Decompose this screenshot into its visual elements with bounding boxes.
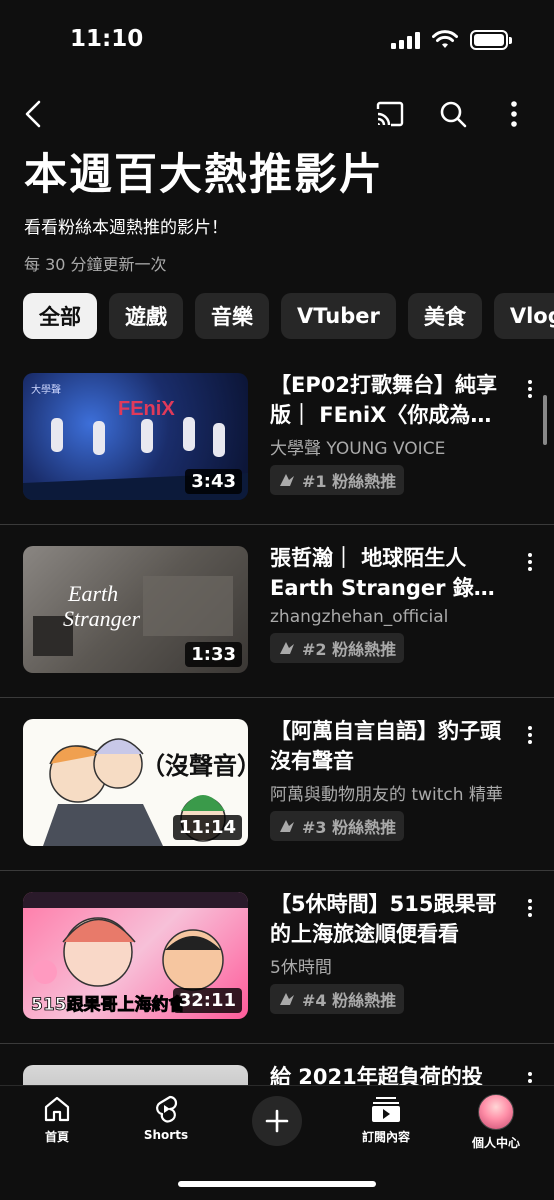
video-item[interactable]: （沒聲音） 11:14 【阿萬自言自語】豹子頭沒有聲音 阿萬與動物朋友的 twi…: [0, 698, 554, 871]
nav-shorts[interactable]: Shorts: [121, 1094, 211, 1142]
search-icon: [440, 101, 467, 128]
rank-badge: #4 粉絲熱推: [270, 984, 405, 1014]
video-title[interactable]: 【5休時間】515跟果哥的上海旅途順便看看: [270, 889, 510, 949]
rank-label: #1 粉絲熱推: [302, 472, 397, 491]
thumbnail-caption: （沒聲音）: [141, 752, 248, 780]
cast-icon: [376, 101, 404, 127]
nav-home[interactable]: 首頁: [12, 1094, 102, 1145]
video-more-button[interactable]: [520, 1066, 540, 1085]
video-more-button[interactable]: [520, 547, 540, 577]
back-button[interactable]: [14, 94, 54, 134]
create-button[interactable]: [252, 1096, 302, 1146]
video-title[interactable]: 張哲瀚｜ 地球陌生人 Earth Stranger 錄音室版: [270, 543, 510, 603]
category-chips: 全部 遊戲 音樂 VTuber 美食 Vlog: [23, 293, 554, 339]
video-duration: 11:14: [172, 815, 242, 840]
back-arrow-icon: [25, 100, 41, 128]
video-channel[interactable]: zhangzhehan_official: [270, 607, 510, 627]
subscriptions-icon: [372, 1097, 400, 1122]
thumbnail-caption: 515跟果哥上海約會: [31, 994, 186, 1015]
video-title[interactable]: 給 2021年超負荷的投: [270, 1062, 510, 1085]
shorts-icon: [156, 1095, 178, 1123]
video-duration: 32:11: [172, 988, 242, 1013]
status-bar: 11:10: [0, 0, 554, 80]
svg-text:大學聲: 大學聲: [31, 383, 61, 396]
chip-vtuber[interactable]: VTuber: [281, 293, 396, 339]
chip-gaming[interactable]: 遊戲: [109, 293, 183, 339]
video-thumbnail[interactable]: （沒聲音） 11:14: [23, 719, 248, 846]
chip-vlog[interactable]: Vlog: [493, 293, 554, 339]
chip-food[interactable]: 美食: [407, 293, 482, 339]
nav-home-label: 首頁: [44, 1130, 69, 1144]
hype-icon: [280, 993, 294, 1005]
video-channel[interactable]: 阿萬與動物朋友的 twitch 精華: [270, 780, 510, 805]
wifi-icon: [432, 30, 458, 48]
page-description: 看看粉絲本週熱推的影片！: [24, 218, 228, 238]
rank-badge: #2 粉絲熱推: [270, 633, 405, 663]
video-more-button[interactable]: [520, 374, 540, 404]
rank-label: #2 粉絲熱推: [302, 640, 397, 659]
video-title[interactable]: 【阿萬自言自語】豹子頭沒有聲音: [270, 716, 510, 776]
nav-profile[interactable]: 個人中心: [451, 1094, 541, 1151]
nav-subscriptions-label: 訂閱內容: [361, 1130, 410, 1144]
video-duration: 1:33: [185, 642, 242, 667]
video-thumbnail[interactable]: 515跟果哥上海約會 32:11: [23, 892, 248, 1019]
svg-text:Stranger: Stranger: [63, 606, 140, 631]
page-title: 本週百大熱推影片: [24, 150, 384, 200]
chip-all[interactable]: 全部: [23, 293, 97, 339]
more-vert-icon: [511, 101, 517, 127]
video-list: FEniX 大學聲 3:43 【EP02打歌舞台】純享版｜ FEniX〈你成為了…: [0, 352, 554, 1085]
video-item[interactable]: 給 2021年超負荷的投: [0, 1044, 554, 1085]
rank-label: #3 粉絲熱推: [302, 818, 397, 837]
chip-music[interactable]: 音樂: [195, 293, 269, 339]
plus-icon: [265, 1109, 289, 1133]
avatar: [478, 1094, 514, 1130]
svg-text:FEniX: FEniX: [118, 398, 175, 420]
video-channel[interactable]: 5休時間: [270, 953, 510, 978]
more-options-button[interactable]: [494, 94, 534, 134]
status-time: 11:10: [70, 26, 144, 52]
battery-icon: [470, 30, 512, 50]
video-title[interactable]: 【EP02打歌舞台】純享版｜ FEniX〈你成為了我最難忘的事〉: [270, 370, 510, 430]
signal-icon: [391, 31, 420, 49]
nav-subscriptions[interactable]: 訂閱內容: [341, 1094, 431, 1145]
svg-text:Earth: Earth: [67, 581, 118, 606]
video-item[interactable]: Earth Stranger 1:33 張哲瀚｜ 地球陌生人 Earth Str…: [0, 525, 554, 698]
video-more-button[interactable]: [520, 720, 540, 750]
nav-profile-label: 個人中心: [471, 1136, 520, 1150]
nav-shorts-label: Shorts: [143, 1128, 189, 1142]
cast-button[interactable]: [370, 94, 410, 134]
video-channel[interactable]: 大學聲 YOUNG VOICE: [270, 434, 510, 459]
rank-badge: #1 粉絲熱推: [270, 465, 405, 495]
video-thumbnail[interactable]: Earth Stranger 1:33: [23, 546, 248, 673]
status-icons: [391, 30, 512, 50]
home-icon: [44, 1096, 70, 1122]
video-thumbnail[interactable]: FEniX 大學聲 3:43: [23, 373, 248, 500]
hype-icon: [280, 820, 294, 832]
video-duration: 3:43: [185, 469, 242, 494]
hype-icon: [280, 642, 294, 654]
video-more-button[interactable]: [520, 893, 540, 923]
hype-icon: [280, 474, 294, 486]
video-item[interactable]: 515跟果哥上海約會 32:11 【5休時間】515跟果哥的上海旅途順便看看 5…: [0, 871, 554, 1044]
rank-label: #4 粉絲熱推: [302, 991, 397, 1010]
update-note: 每 30 分鐘更新一次: [24, 255, 167, 274]
home-indicator[interactable]: [178, 1181, 376, 1187]
search-button[interactable]: [433, 94, 473, 134]
video-item[interactable]: FEniX 大學聲 3:43 【EP02打歌舞台】純享版｜ FEniX〈你成為了…: [0, 352, 554, 525]
rank-badge: #3 粉絲熱推: [270, 811, 405, 841]
top-app-bar: [0, 90, 554, 138]
video-thumbnail[interactable]: [23, 1065, 248, 1085]
